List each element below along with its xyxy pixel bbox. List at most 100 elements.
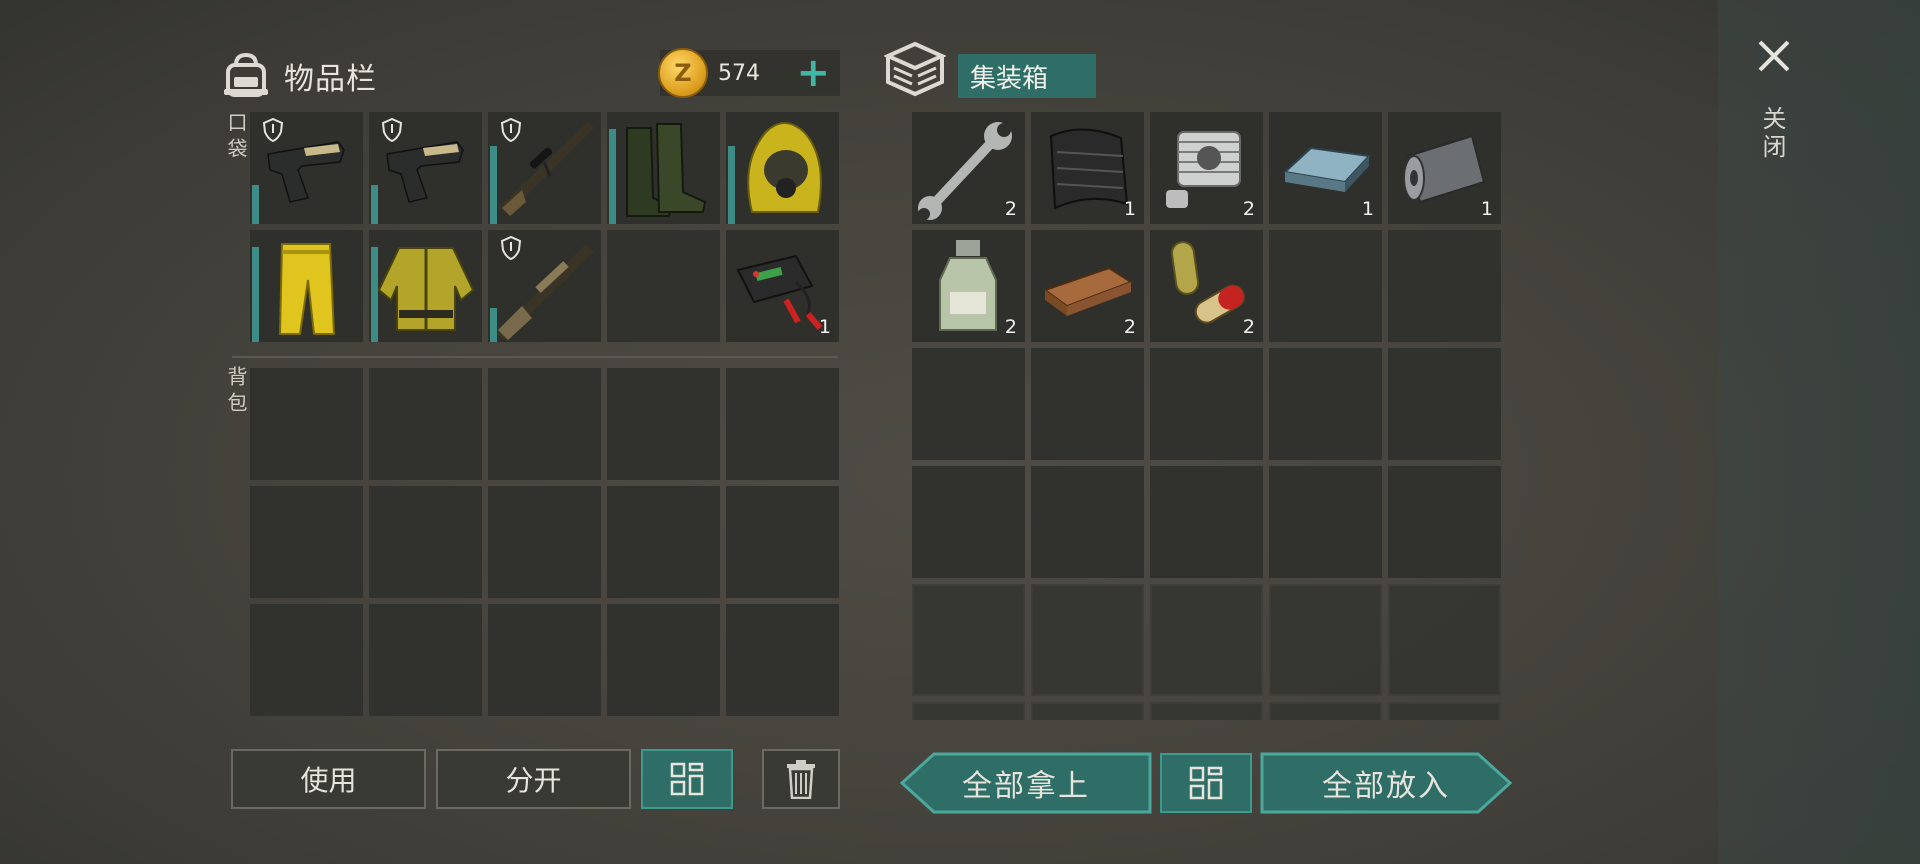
container-icon	[884, 41, 946, 97]
put-all-button[interactable]: 全部放入	[1260, 752, 1512, 814]
durability-bar	[728, 146, 735, 224]
backpack-grid	[250, 368, 839, 716]
container-slot[interactable]: 1	[1269, 112, 1382, 224]
container-slot[interactable]	[912, 702, 1025, 720]
coin-amount: 574	[718, 60, 760, 86]
close-label[interactable]: 关闭	[1758, 106, 1790, 162]
pocket-slot[interactable]	[607, 230, 720, 342]
container-slot[interactable]	[912, 584, 1025, 696]
right-side-panel	[1718, 0, 1920, 864]
item-quantity: 1	[818, 316, 831, 338]
backpack-slot[interactable]	[726, 486, 839, 598]
lock-shield-icon	[500, 118, 522, 142]
container-slot[interactable]: 2	[1150, 230, 1263, 342]
backpack-slot[interactable]	[726, 604, 839, 716]
backpack-slot[interactable]	[488, 486, 601, 598]
backpack-slot[interactable]	[250, 604, 363, 716]
item-quantity: 2	[1004, 316, 1017, 338]
backpack-icon	[224, 53, 268, 97]
pocket-slot[interactable]	[369, 112, 482, 224]
container-slot[interactable]	[1269, 348, 1382, 460]
container-slot[interactable]	[1150, 466, 1263, 578]
container-slot[interactable]	[1031, 466, 1144, 578]
pocket-label: 口袋	[224, 112, 248, 164]
boots-icon	[626, 123, 707, 217]
container-slot[interactable]: 2	[912, 112, 1025, 224]
sort-grid-icon	[1189, 766, 1223, 800]
container-slot[interactable]	[1031, 702, 1144, 720]
item-quantity: 2	[1123, 316, 1136, 338]
container-slot[interactable]	[1269, 702, 1382, 720]
backpack-slot[interactable]	[369, 368, 482, 480]
container-slot[interactable]	[1031, 348, 1144, 460]
currency-display: Z 574 +	[658, 48, 840, 98]
take-all-button[interactable]: 全部拿上	[900, 752, 1152, 814]
container-slot[interactable]	[912, 348, 1025, 460]
backpack-slot[interactable]	[488, 368, 601, 480]
trash-icon	[787, 760, 815, 799]
durability-bar	[609, 129, 616, 224]
pocket-slot[interactable]	[250, 230, 363, 342]
hazmat-jacket-icon	[377, 247, 475, 331]
container-title: 集装箱	[958, 54, 1096, 98]
sort-grid-icon	[670, 762, 704, 796]
container-slot[interactable]	[1031, 584, 1144, 696]
backpack-slot[interactable]	[607, 368, 720, 480]
container-sort-button[interactable]	[1160, 753, 1252, 813]
durability-bar	[490, 146, 497, 224]
container-slot[interactable]	[1269, 230, 1382, 342]
add-coins-button[interactable]: +	[796, 53, 830, 93]
pocket-slot[interactable]: 1	[726, 230, 839, 342]
hazmat-pants-icon	[278, 243, 336, 335]
container-slot[interactable]	[1388, 584, 1501, 696]
container-slot[interactable]	[1388, 466, 1501, 578]
container-grid: 2 1 2 1 1 2 2 2	[912, 112, 1501, 720]
item-quantity: 2	[1242, 198, 1255, 220]
backpack-slot[interactable]	[726, 368, 839, 480]
split-button-label: 分开	[505, 764, 562, 797]
delete-button[interactable]	[762, 749, 840, 809]
container-slot[interactable]	[1388, 230, 1501, 342]
container-slot[interactable]	[1150, 584, 1263, 696]
lock-shield-icon	[500, 236, 522, 260]
backpack-slot[interactable]	[250, 486, 363, 598]
container-slot[interactable]	[1150, 348, 1263, 460]
hazmat-hood-icon	[747, 122, 822, 213]
backpack-slot[interactable]	[607, 486, 720, 598]
backpack-label: 背包	[224, 366, 248, 418]
inventory-title: 物品栏	[284, 62, 377, 97]
close-icon[interactable]	[1756, 38, 1792, 74]
container-slot[interactable]: 2	[1150, 112, 1263, 224]
backpack-slot[interactable]	[488, 604, 601, 716]
durability-bar	[371, 247, 378, 342]
item-quantity: 1	[1361, 198, 1374, 220]
pocket-slot[interactable]	[488, 112, 601, 224]
backpack-slot[interactable]	[250, 368, 363, 480]
durability-bar	[490, 308, 497, 342]
container-slot[interactable]	[1388, 702, 1501, 720]
lock-shield-icon	[381, 118, 403, 142]
pocket-slot[interactable]	[250, 112, 363, 224]
use-button-label: 使用	[300, 764, 357, 797]
container-slot[interactable]	[1269, 584, 1382, 696]
lock-shield-icon	[262, 118, 284, 142]
container-slot[interactable]	[1150, 702, 1263, 720]
container-slot[interactable]: 1	[1388, 112, 1501, 224]
backpack-slot[interactable]	[369, 604, 482, 716]
item-quantity: 1	[1480, 198, 1493, 220]
container-slot[interactable]	[1269, 466, 1382, 578]
pocket-slot[interactable]	[607, 112, 720, 224]
use-button[interactable]: 使用	[231, 749, 426, 809]
inventory-sort-button[interactable]	[641, 749, 733, 809]
container-slot[interactable]	[1388, 348, 1501, 460]
container-slot[interactable]: 1	[1031, 112, 1144, 224]
container-slot[interactable]: 2	[912, 230, 1025, 342]
backpack-slot[interactable]	[369, 486, 482, 598]
pocket-slot[interactable]	[488, 230, 601, 342]
split-button[interactable]: 分开	[436, 749, 631, 809]
container-slot[interactable]: 2	[1031, 230, 1144, 342]
container-slot[interactable]	[912, 466, 1025, 578]
pocket-slot[interactable]	[726, 112, 839, 224]
backpack-slot[interactable]	[607, 604, 720, 716]
pocket-slot[interactable]	[369, 230, 482, 342]
